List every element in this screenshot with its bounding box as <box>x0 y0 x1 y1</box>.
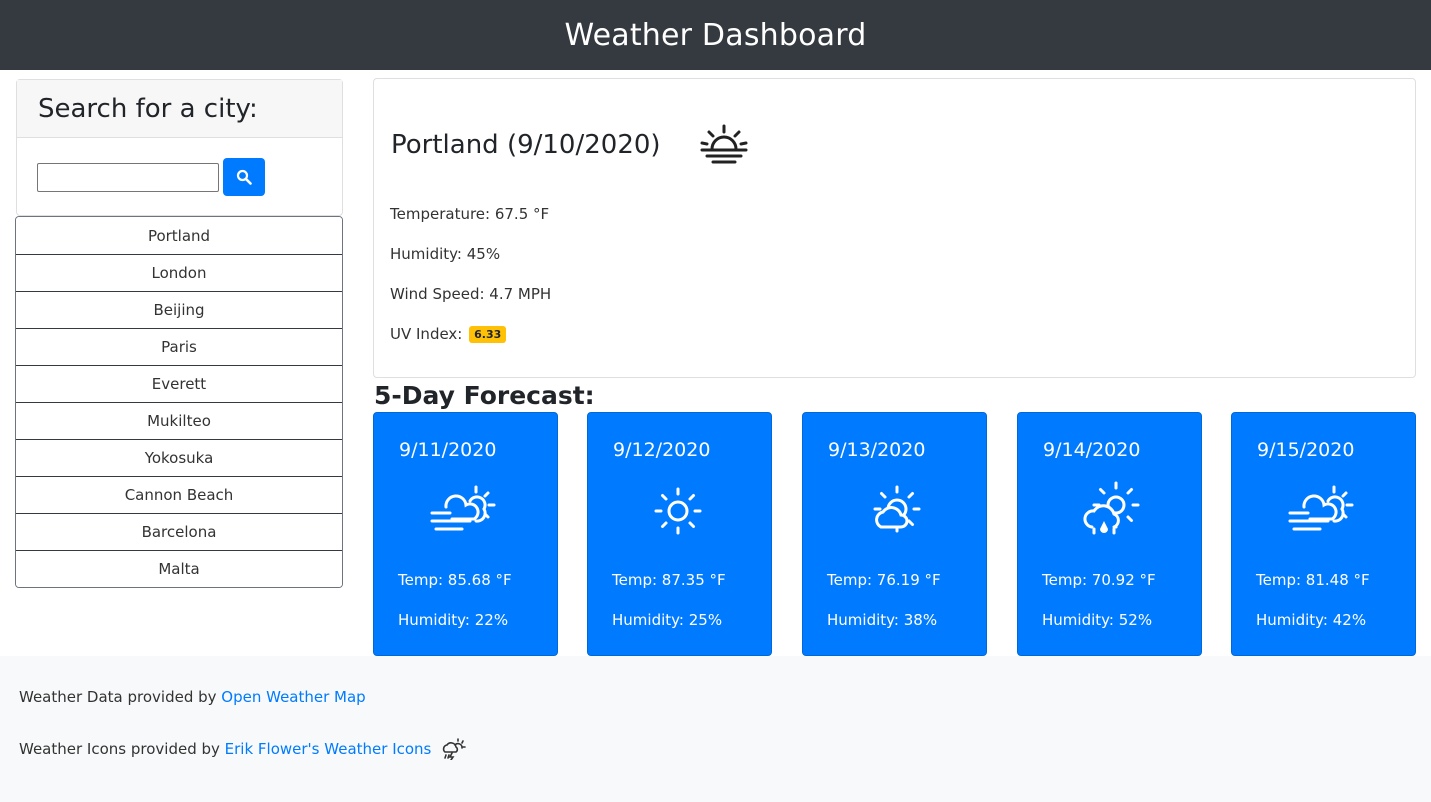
uv-label: UV Index: <box>390 325 463 343</box>
forecast-humidity: Humidity: 52% <box>1042 611 1153 629</box>
search-heading: Search for a city: <box>38 93 258 124</box>
forecast-date: 9/13/2020 <box>828 439 926 461</box>
search-row <box>37 158 265 196</box>
forecast-date: 9/15/2020 <box>1257 439 1355 461</box>
search-button[interactable] <box>223 158 265 196</box>
forecast-humidity: Humidity: 25% <box>612 611 723 629</box>
forecast-humidity: Humidity: 38% <box>827 611 938 629</box>
search-icon <box>236 169 252 185</box>
forecast-temp: Temp: 70.92 °F <box>1042 571 1156 589</box>
current-uv-row: UV Index: 6.33 <box>390 325 507 343</box>
city-item-everett[interactable]: Everett <box>16 365 342 402</box>
footer-data-credit: Weather Data provided by Open Weather Ma… <box>19 688 366 706</box>
search-card: Search for a city: <box>16 79 343 216</box>
day-storm-icon <box>442 738 466 760</box>
forecast-temp: Temp: 87.35 °F <box>612 571 726 589</box>
forecast-temp: Temp: 85.68 °F <box>398 571 512 589</box>
footer: Weather Data provided by Open Weather Ma… <box>0 656 1431 802</box>
search-card-header: Search for a city: <box>17 80 342 138</box>
forecast-temp: Temp: 81.48 °F <box>1256 571 1370 589</box>
page-title: Weather Dashboard <box>564 17 867 53</box>
forecast-humidity: Humidity: 42% <box>1256 611 1367 629</box>
weather-icons-link[interactable]: Erik Flower's Weather Icons <box>225 740 432 758</box>
city-item-malta[interactable]: Malta <box>16 550 342 587</box>
day-windy-cloud-icon <box>1288 485 1354 531</box>
day-sunny-icon <box>654 487 702 535</box>
current-weather-card: Portland (9/10/2020) Temperature: 67.5 °… <box>373 78 1416 378</box>
city-item-beijing[interactable]: Beijing <box>16 291 342 328</box>
forecast-humidity: Humidity: 22% <box>398 611 509 629</box>
sunrise-icon <box>700 124 748 164</box>
city-item-portland[interactable]: Portland <box>16 217 342 254</box>
forecast-card: 9/13/2020 Temp: 76.19 °F Humidity: 38% <box>802 412 987 656</box>
uv-index-badge: 6.33 <box>469 326 507 343</box>
forecast-date: 9/11/2020 <box>399 439 497 461</box>
city-item-cannon-beach[interactable]: Cannon Beach <box>16 476 342 513</box>
city-item-barcelona[interactable]: Barcelona <box>16 513 342 550</box>
navbar: Weather Dashboard <box>0 0 1431 70</box>
day-cloudy-icon <box>873 485 921 533</box>
forecast-card: 9/14/2020 Temp: 70.92 °F Humidity: 52% <box>1017 412 1202 656</box>
forecast-date: 9/14/2020 <box>1043 439 1141 461</box>
open-weather-map-link[interactable]: Open Weather Map <box>221 688 365 706</box>
footer-icons-credit: Weather Icons provided by Erik Flower's … <box>19 740 431 758</box>
current-temperature: Temperature: 67.5 °F <box>390 205 550 223</box>
day-windy-cloud-icon <box>430 485 496 531</box>
city-item-paris[interactable]: Paris <box>16 328 342 365</box>
day-rain-icon <box>1083 481 1140 535</box>
current-humidity: Humidity: 45% <box>390 245 501 263</box>
forecast-card: 9/12/2020 Temp: 87.35 °F Humidity: 25% <box>587 412 772 656</box>
current-city-title: Portland (9/10/2020) <box>391 130 661 160</box>
city-item-london[interactable]: London <box>16 254 342 291</box>
forecast-heading: 5-Day Forecast: <box>374 381 595 410</box>
city-item-yokosuka[interactable]: Yokosuka <box>16 439 342 476</box>
city-item-mukilteo[interactable]: Mukilteo <box>16 402 342 439</box>
current-wind-speed: Wind Speed: 4.7 MPH <box>390 285 552 303</box>
footer-data-text: Weather Data provided by <box>19 688 222 706</box>
forecast-card: 9/15/2020 Temp: 81.48 °F Humidity: 42% <box>1231 412 1416 656</box>
forecast-temp: Temp: 76.19 °F <box>827 571 941 589</box>
footer-icons-text: Weather Icons provided by <box>19 740 225 758</box>
city-history-list: Portland London Beijing Paris Everett Mu… <box>15 216 343 588</box>
city-search-input[interactable] <box>37 162 219 192</box>
forecast-date: 9/12/2020 <box>613 439 711 461</box>
current-title-row: Portland (9/10/2020) <box>391 123 749 167</box>
forecast-card: 9/11/2020 Temp: 85.68 °F Humidity: 22% <box>373 412 558 656</box>
